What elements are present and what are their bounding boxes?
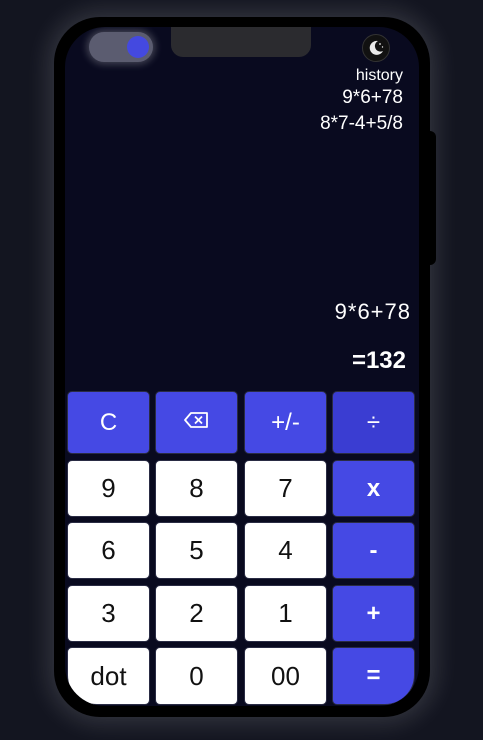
- minus-button[interactable]: -: [332, 522, 415, 579]
- digit-0-button[interactable]: 0: [155, 647, 238, 705]
- moon-icon[interactable]: [362, 34, 390, 62]
- equals-button[interactable]: =: [332, 647, 415, 705]
- backspace-icon: [183, 409, 211, 437]
- digit-8-button[interactable]: 8: [155, 460, 238, 517]
- backspace-button[interactable]: [155, 391, 238, 454]
- divide-button[interactable]: ÷: [332, 391, 415, 454]
- keypad: C +/- ÷ 9 8 7 x 6 5 4 - 3 2 1 + dot 0 00…: [67, 391, 417, 705]
- toggle-knob[interactable]: [127, 36, 149, 58]
- phone-notch: [171, 27, 311, 57]
- digit-6-button[interactable]: 6: [67, 522, 150, 579]
- clear-button[interactable]: C: [67, 391, 150, 454]
- history-item[interactable]: 9*6+78: [320, 85, 403, 111]
- digit-1-button[interactable]: 1: [244, 585, 327, 642]
- history-item[interactable]: 8*7-4+5/8: [320, 111, 403, 137]
- calculator-screen: history 9*6+78 8*7-4+5/8 9*6+78 =132 C +…: [65, 27, 419, 706]
- decimal-point-button[interactable]: dot: [67, 647, 150, 705]
- digit-4-button[interactable]: 4: [244, 522, 327, 579]
- double-zero-button[interactable]: 00: [244, 647, 327, 705]
- multiply-button[interactable]: x: [332, 460, 415, 517]
- digit-7-button[interactable]: 7: [244, 460, 327, 517]
- phone-side-button: [428, 131, 436, 265]
- plus-button[interactable]: +: [332, 585, 415, 642]
- digit-3-button[interactable]: 3: [67, 585, 150, 642]
- expression-display: 9*6+78: [334, 299, 411, 324]
- digit-5-button[interactable]: 5: [155, 522, 238, 579]
- result-display: =132: [351, 347, 406, 374]
- sign-toggle-button[interactable]: +/-: [244, 391, 327, 454]
- digit-9-button[interactable]: 9: [67, 460, 150, 517]
- theme-toggle[interactable]: [89, 32, 153, 62]
- history-panel: history 9*6+78 8*7-4+5/8: [320, 67, 403, 137]
- digit-2-button[interactable]: 2: [155, 585, 238, 642]
- phone-frame: history 9*6+78 8*7-4+5/8 9*6+78 =132 C +…: [54, 17, 430, 717]
- history-title: history: [355, 67, 403, 84]
